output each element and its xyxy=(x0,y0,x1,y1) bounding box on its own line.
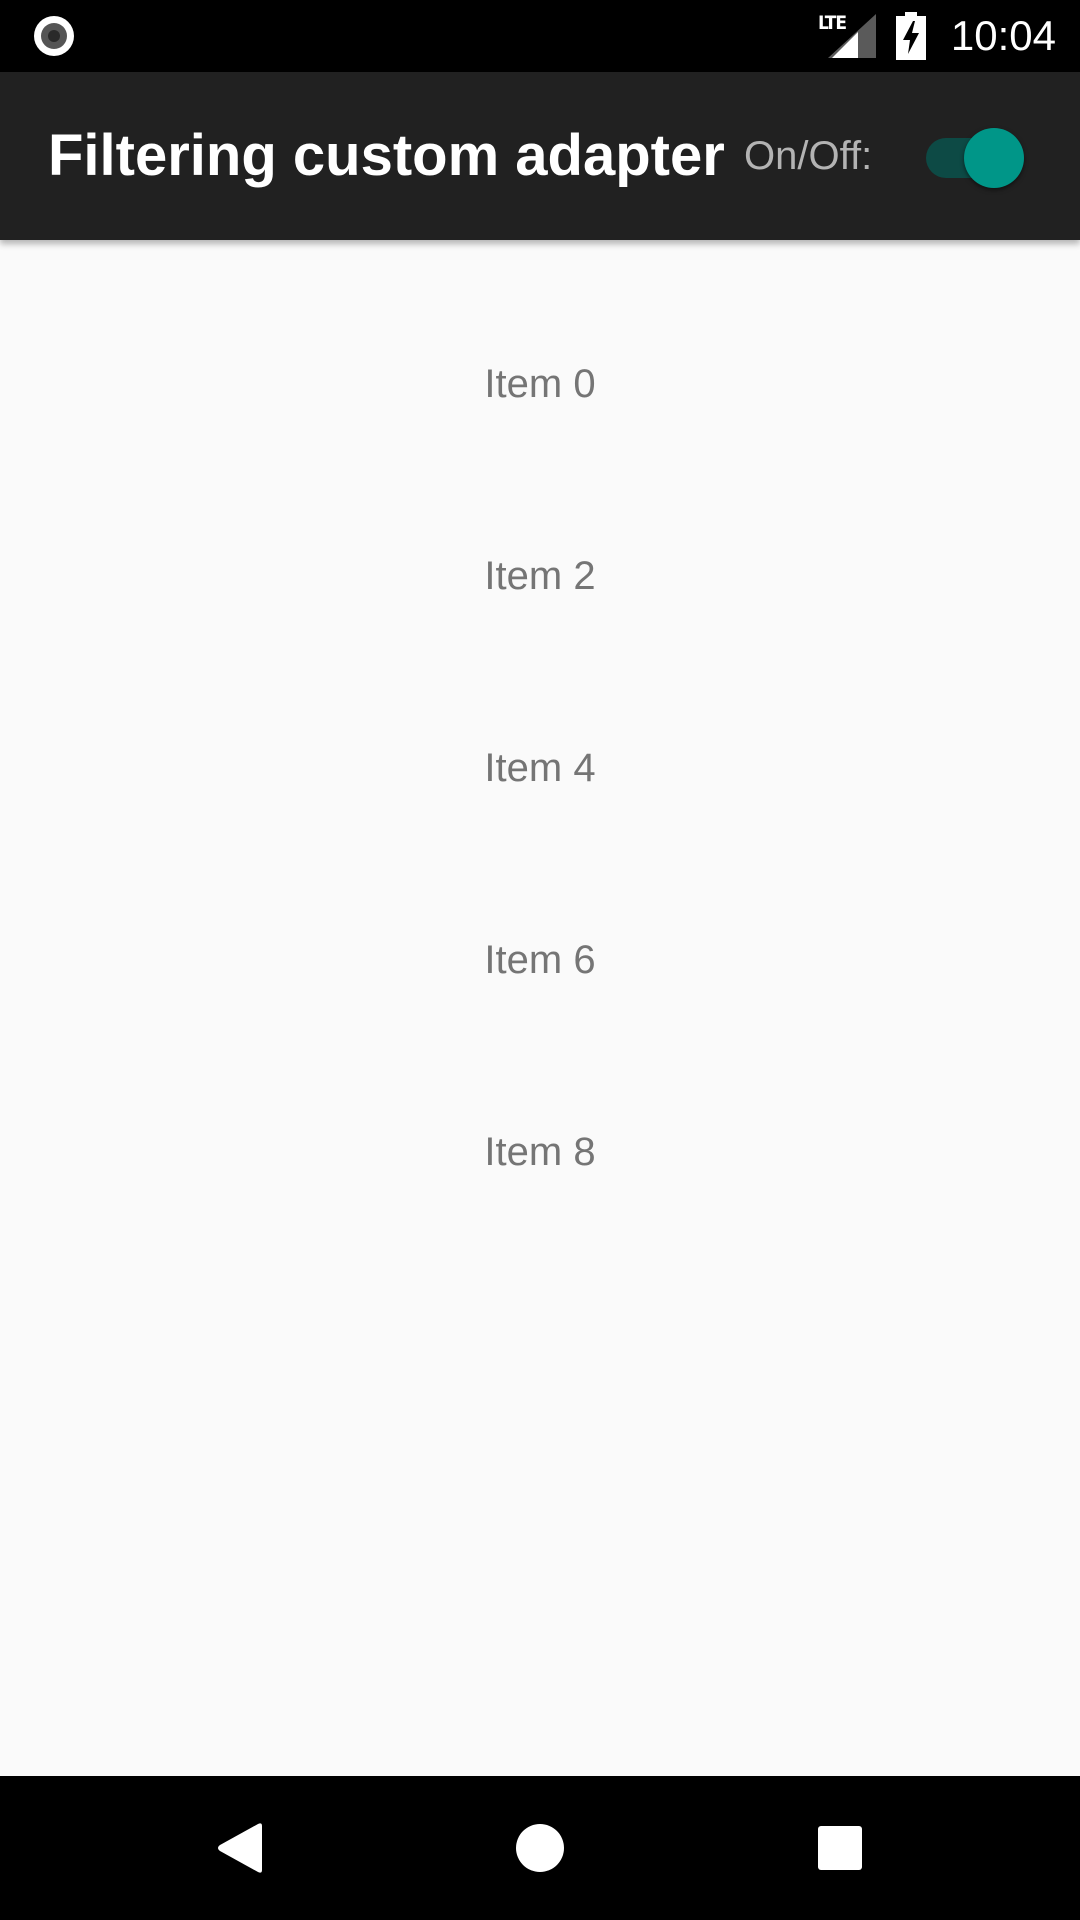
home-button[interactable] xyxy=(492,1800,588,1896)
status-time: 10:04 xyxy=(950,12,1056,59)
home-circle-icon xyxy=(516,1824,564,1872)
item-list: Item 0 Item 2 Item 4 Item 6 Item 8 xyxy=(0,240,1080,1248)
switch-label: On/Off: xyxy=(744,134,873,178)
list-item-label: Item 0 xyxy=(484,361,596,406)
list-item[interactable]: Item 6 xyxy=(0,864,1080,1056)
back-triangle-icon xyxy=(218,1823,262,1873)
list-item[interactable]: Item 0 xyxy=(0,288,1080,480)
record-indicator-icon xyxy=(34,16,74,56)
list-item[interactable]: Item 2 xyxy=(0,480,1080,672)
list-item-label: Item 8 xyxy=(484,1129,596,1174)
back-button[interactable] xyxy=(192,1800,288,1896)
recents-square-icon xyxy=(818,1826,862,1870)
list-item-label: Item 2 xyxy=(484,553,596,598)
list-item[interactable]: Item 4 xyxy=(0,672,1080,864)
navigation-bar xyxy=(0,1776,1080,1920)
app-bar: Filtering custom adapter On/Off: xyxy=(0,72,1080,240)
page-title: Filtering custom adapter xyxy=(48,123,725,188)
status-bar: LTE 10:04 xyxy=(0,0,1080,72)
screen: LTE 10:04 Filtering custom adapter On/Of… xyxy=(0,0,1080,1920)
recents-button[interactable] xyxy=(792,1800,888,1896)
switch-thumb xyxy=(964,128,1024,188)
list-item-label: Item 4 xyxy=(484,745,596,790)
battery-charging-icon xyxy=(896,12,926,60)
list-item[interactable]: Item 8 xyxy=(0,1056,1080,1248)
cell-signal-icon xyxy=(828,14,876,58)
list-item-label: Item 6 xyxy=(484,937,596,982)
on-off-switch[interactable] xyxy=(924,124,1024,188)
